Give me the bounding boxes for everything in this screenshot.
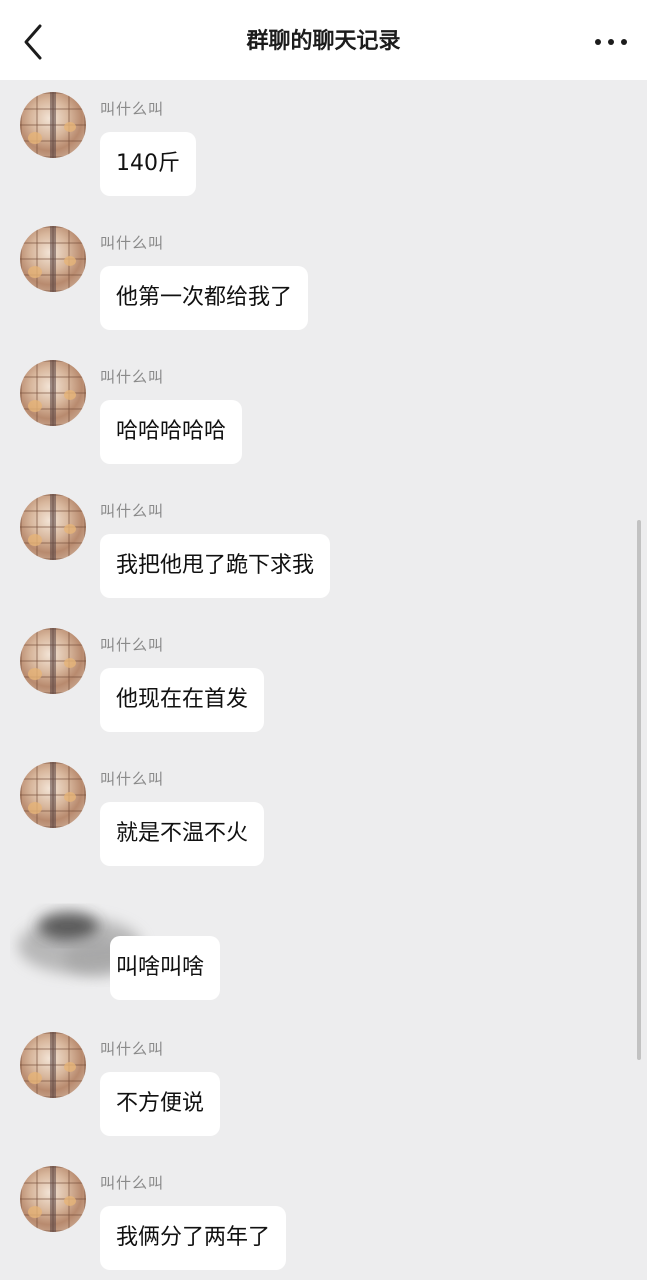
- scrollbar[interactable]: [637, 520, 641, 1060]
- chat-message: 叫啥叫啥: [0, 884, 620, 1004]
- sender-name: 叫什么叫: [100, 1174, 165, 1192]
- avatar[interactable]: [20, 360, 86, 426]
- message-bubble[interactable]: 哈哈哈哈哈: [100, 400, 243, 464]
- message-bubble[interactable]: 140斤: [100, 132, 196, 196]
- message-bubble[interactable]: 就是不温不火: [100, 802, 265, 866]
- page-title: 群聊的聊天记录: [246, 29, 401, 54]
- message-bubble[interactable]: 我俩分了两年了: [100, 1206, 287, 1270]
- message-bubble[interactable]: 不方便说: [100, 1072, 221, 1136]
- sender-name: 叫什么叫: [100, 770, 165, 788]
- sender-name: 叫什么叫: [100, 636, 165, 654]
- chat-message: 叫什么叫 他现在在首发: [0, 616, 620, 736]
- message-bubble[interactable]: 我把他甩了跪下求我: [100, 534, 331, 598]
- avatar[interactable]: [20, 1166, 86, 1232]
- avatar[interactable]: [20, 628, 86, 694]
- chat-message: 叫什么叫 我把他甩了跪下求我: [0, 482, 620, 602]
- chat-message: 叫什么叫 不方便说: [0, 1020, 620, 1140]
- message-bubble[interactable]: 他现在在首发: [100, 668, 265, 732]
- sender-name: 叫什么叫: [100, 234, 165, 252]
- chat-message: 叫什么叫 他第一次都给我了: [0, 214, 620, 334]
- avatar[interactable]: [20, 494, 86, 560]
- sender-name: 叫什么叫: [100, 1040, 165, 1058]
- avatar[interactable]: [20, 762, 86, 828]
- chat-history[interactable]: 叫什么叫 140斤 叫什么叫 他第一次都给我了 叫什么叫 哈哈哈哈哈 叫什么叫 …: [0, 80, 647, 1280]
- avatar[interactable]: [20, 92, 86, 158]
- avatar[interactable]: [20, 226, 86, 292]
- chat-message: 叫什么叫 就是不温不火: [0, 750, 620, 870]
- blurred-avatar: [18, 896, 142, 976]
- sender-name: 叫什么叫: [100, 368, 165, 386]
- sender-name: 叫什么叫: [100, 100, 165, 118]
- chat-message: 叫什么叫 我俩分了两年了: [0, 1154, 620, 1274]
- chat-message: 叫什么叫 140斤: [0, 80, 620, 200]
- top-bar: 群聊的聊天记录: [0, 0, 647, 80]
- avatar[interactable]: [20, 1032, 86, 1098]
- more-horizontal-icon: [595, 39, 627, 45]
- chat-message: 叫什么叫 哈哈哈哈哈: [0, 348, 620, 468]
- sender-name: 叫什么叫: [100, 502, 165, 520]
- message-bubble[interactable]: 他第一次都给我了: [100, 266, 309, 330]
- more-button[interactable]: [589, 26, 633, 58]
- message-bubble[interactable]: 叫啥叫啥: [110, 936, 221, 1000]
